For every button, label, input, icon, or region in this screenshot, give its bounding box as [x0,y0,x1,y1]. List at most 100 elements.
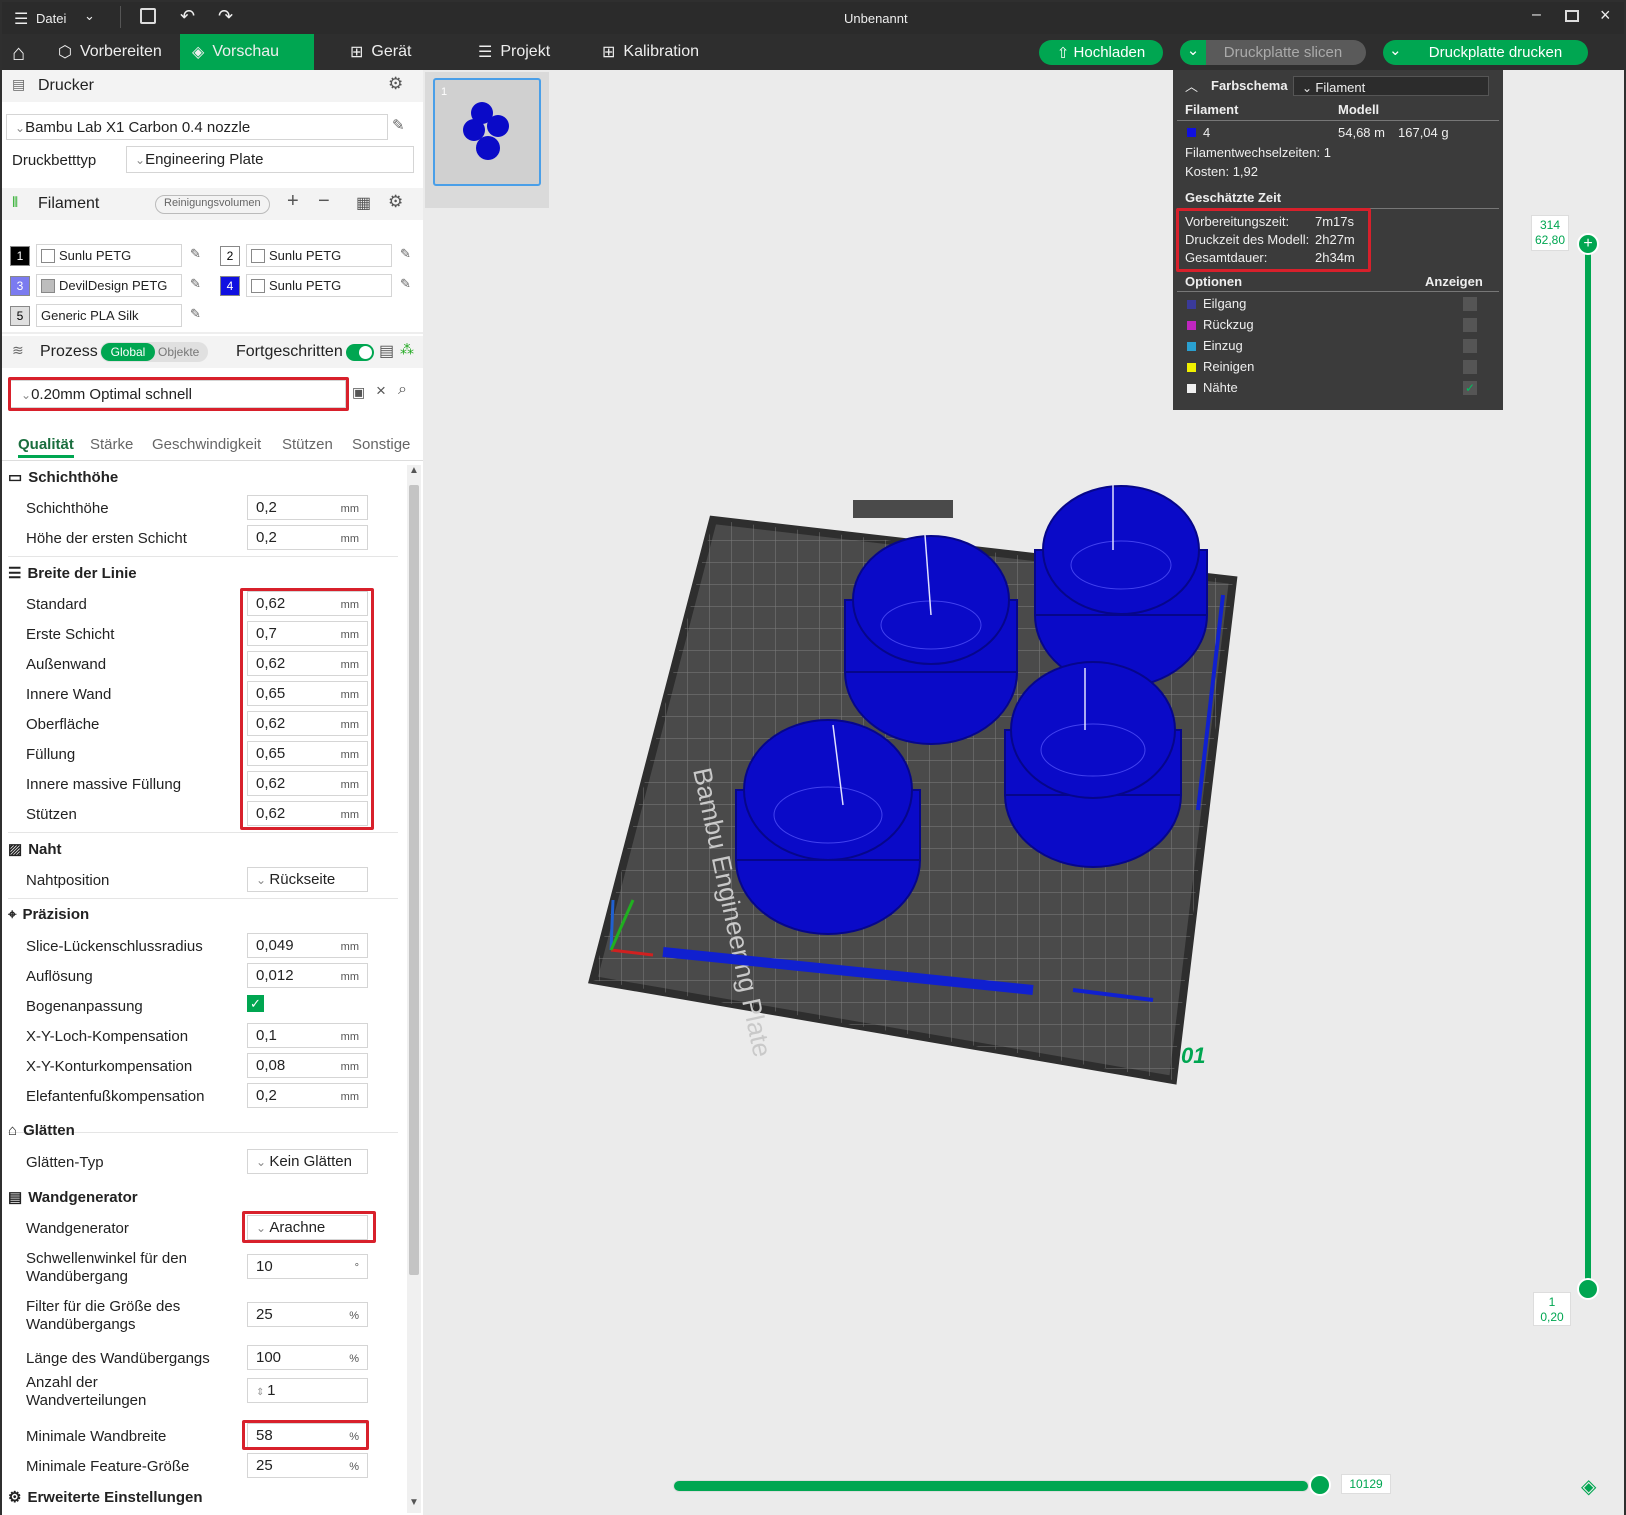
slice-button[interactable]: ⌄ Druckplatte slicen [1180,40,1366,65]
line-width-solid-infill-input[interactable]: 0,62 mm [247,771,368,796]
param-label: Länge des Wandübergangs [26,1350,210,1367]
filament-select[interactable]: Sunlu PETG [246,274,392,297]
wall-transition-length-input[interactable]: 100% [247,1345,368,1370]
filament-select[interactable]: Sunlu PETG [36,244,182,267]
color-scheme-select[interactable]: ⌄ Filament [1293,76,1489,96]
tab-speed[interactable]: Geschwindigkeit [152,436,261,453]
upload-button[interactable]: ⇧ Hochladen [1039,40,1163,65]
chevron-down-icon[interactable]: ⌄ [84,8,95,24]
tab-quality[interactable]: Qualität [18,436,74,458]
move-slider-handle[interactable] [1309,1474,1331,1496]
3d-viewport[interactable]: 1 Bambu Engineering Plate 01 ︿ Farbschem… [423,70,1624,1515]
purge-volume-button[interactable]: Reinigungsvolumen [155,195,270,214]
tab-calibration[interactable]: ⊞ Kalibration [590,34,711,70]
process-preset-select[interactable]: ⌄0.20mm Optimal schnell [10,380,346,408]
chevron-down-icon[interactable]: ⌄ [1389,40,1402,62]
filament-select[interactable]: Sunlu PETG [246,244,392,267]
gear-icon[interactable]: ⚙ [388,74,403,94]
wall-distribution-stepper[interactable]: ⇕ 1 [247,1378,368,1403]
xy-hole-compensation-input[interactable]: 0,1 mm [247,1023,368,1048]
scroll-up-icon[interactable]: ▲ [409,465,419,476]
min-feature-size-input[interactable]: 25% [247,1453,368,1478]
save-icon[interactable]: ▣ [352,384,365,401]
arc-fitting-checkbox[interactable]: ✓ [247,995,264,1012]
edit-icon[interactable]: ✎ [400,246,411,262]
travel-checkbox[interactable] [1463,297,1477,311]
first-layer-height-input[interactable]: 0,2 mm [247,525,368,550]
collapse-icon[interactable]: ︿ [1185,76,1198,95]
build-plate-scene[interactable]: Bambu Engineering Plate 01 [533,430,1253,1110]
elephant-foot-input[interactable]: 0,2 mm [247,1083,368,1108]
line-width-inner-wall-input[interactable]: 0,65 mm [247,681,368,706]
redo-icon[interactable]: ↷ [218,6,233,27]
line-width-support-input[interactable]: 0,62 mm [247,801,368,826]
edit-icon[interactable]: ✎ [190,306,201,322]
remove-icon[interactable]: − [318,190,330,213]
tab-others[interactable]: Sonstige [352,436,410,453]
scroll-down-icon[interactable]: ▼ [409,1497,419,1508]
seams-checkbox[interactable]: ✓ [1463,381,1477,395]
line-width-default-input[interactable]: 0,62 mm [247,591,368,616]
advanced-toggle[interactable] [346,344,374,361]
slice-gap-closing-input[interactable]: 0,049 mm [247,933,368,958]
layer-slider-top-handle[interactable]: + [1577,233,1599,255]
tab-project[interactable]: ☰ Projekt [466,34,562,70]
line-width-top-surface-input[interactable]: 0,62 mm [247,711,368,736]
layer-height-input[interactable]: 0,2 mm [247,495,368,520]
hamburger-menu-icon[interactable]: ☰ [14,9,28,29]
filament-select[interactable]: DevilDesign PETG [36,274,182,297]
objects-option[interactable]: Objekte [158,345,199,359]
undo-icon[interactable]: ↶ [180,6,195,27]
tab-support[interactable]: Stützen [282,436,333,453]
wipe-checkbox[interactable] [1463,360,1477,374]
printer-select[interactable]: ⌄Bambu Lab X1 Carbon 0.4 nozzle [6,114,388,140]
close-icon[interactable]: × [1600,5,1611,26]
edit-icon[interactable]: ✎ [190,276,201,292]
tab-prepare[interactable]: ⬡ Vorbereiten [46,34,174,70]
resolution-input[interactable]: 0,012 mm [247,963,368,988]
layer-slider-bottom-handle[interactable] [1577,1278,1599,1300]
wall-transition-filter-input[interactable]: 25% [247,1302,368,1327]
add-icon[interactable]: + [287,190,299,213]
tab-strength[interactable]: Stärke [90,436,133,453]
layers-icon[interactable]: ◈ [1581,1474,1596,1499]
tab-preview[interactable]: ◈ Vorschau [180,34,314,70]
xy-contour-compensation-input[interactable]: 0,08 mm [247,1053,368,1078]
wall-transition-angle-input[interactable]: 10 ° [247,1254,368,1279]
wall-generator-select[interactable]: ⌄ Arachne [247,1215,368,1240]
compare-icon[interactable]: ⁂ [400,341,414,358]
search-icon[interactable]: ⌕ [398,381,407,399]
sync-icon[interactable]: ▦ [356,193,371,213]
close-icon[interactable]: × [376,381,386,401]
unretract-checkbox[interactable] [1463,339,1477,353]
stepper-icon[interactable]: ⇕ [256,1387,267,1398]
print-button[interactable]: ⌄ Druckplatte drucken [1383,40,1588,65]
list-icon[interactable]: ▤ [379,341,394,361]
edit-icon[interactable]: ✎ [392,116,405,134]
global-option[interactable]: Global [101,343,155,361]
chevron-down-icon[interactable]: ⌄ [1180,40,1206,65]
line-width-infill-input[interactable]: 0,65 mm [247,741,368,766]
min-wall-width-input[interactable]: 58% [247,1423,368,1448]
home-icon[interactable]: ⌂ [12,40,25,66]
plate-thumbnail[interactable]: 1 [433,78,541,186]
scrollbar[interactable]: ▲ ▼ [407,465,421,1513]
line-width-outer-wall-input[interactable]: 0,62 mm [247,651,368,676]
retraction-checkbox[interactable] [1463,318,1477,332]
line-width-first-layer-input[interactable]: 0,7 mm [247,621,368,646]
gear-icon[interactable]: ⚙ [388,192,403,212]
move-slider-track[interactable] [673,1480,1309,1492]
save-icon[interactable] [140,8,156,24]
edit-icon[interactable]: ✎ [190,246,201,262]
file-menu[interactable]: Datei [36,11,66,26]
filament-select[interactable]: Generic PLA Silk [36,304,182,327]
seam-position-select[interactable]: ⌄ Rückseite [247,867,368,892]
maximize-icon[interactable] [1565,10,1579,22]
ironing-type-select[interactable]: ⌄ Kein Glätten [247,1149,368,1174]
edit-icon[interactable]: ✎ [400,276,411,292]
layer-slider-track[interactable] [1585,246,1591,1286]
bed-type-select[interactable]: ⌄Engineering Plate [126,146,414,173]
scrollbar-thumb[interactable] [409,485,419,1275]
minimize-icon[interactable]: – [1532,6,1541,24]
tab-device[interactable]: ⊞ Gerät [338,34,423,70]
